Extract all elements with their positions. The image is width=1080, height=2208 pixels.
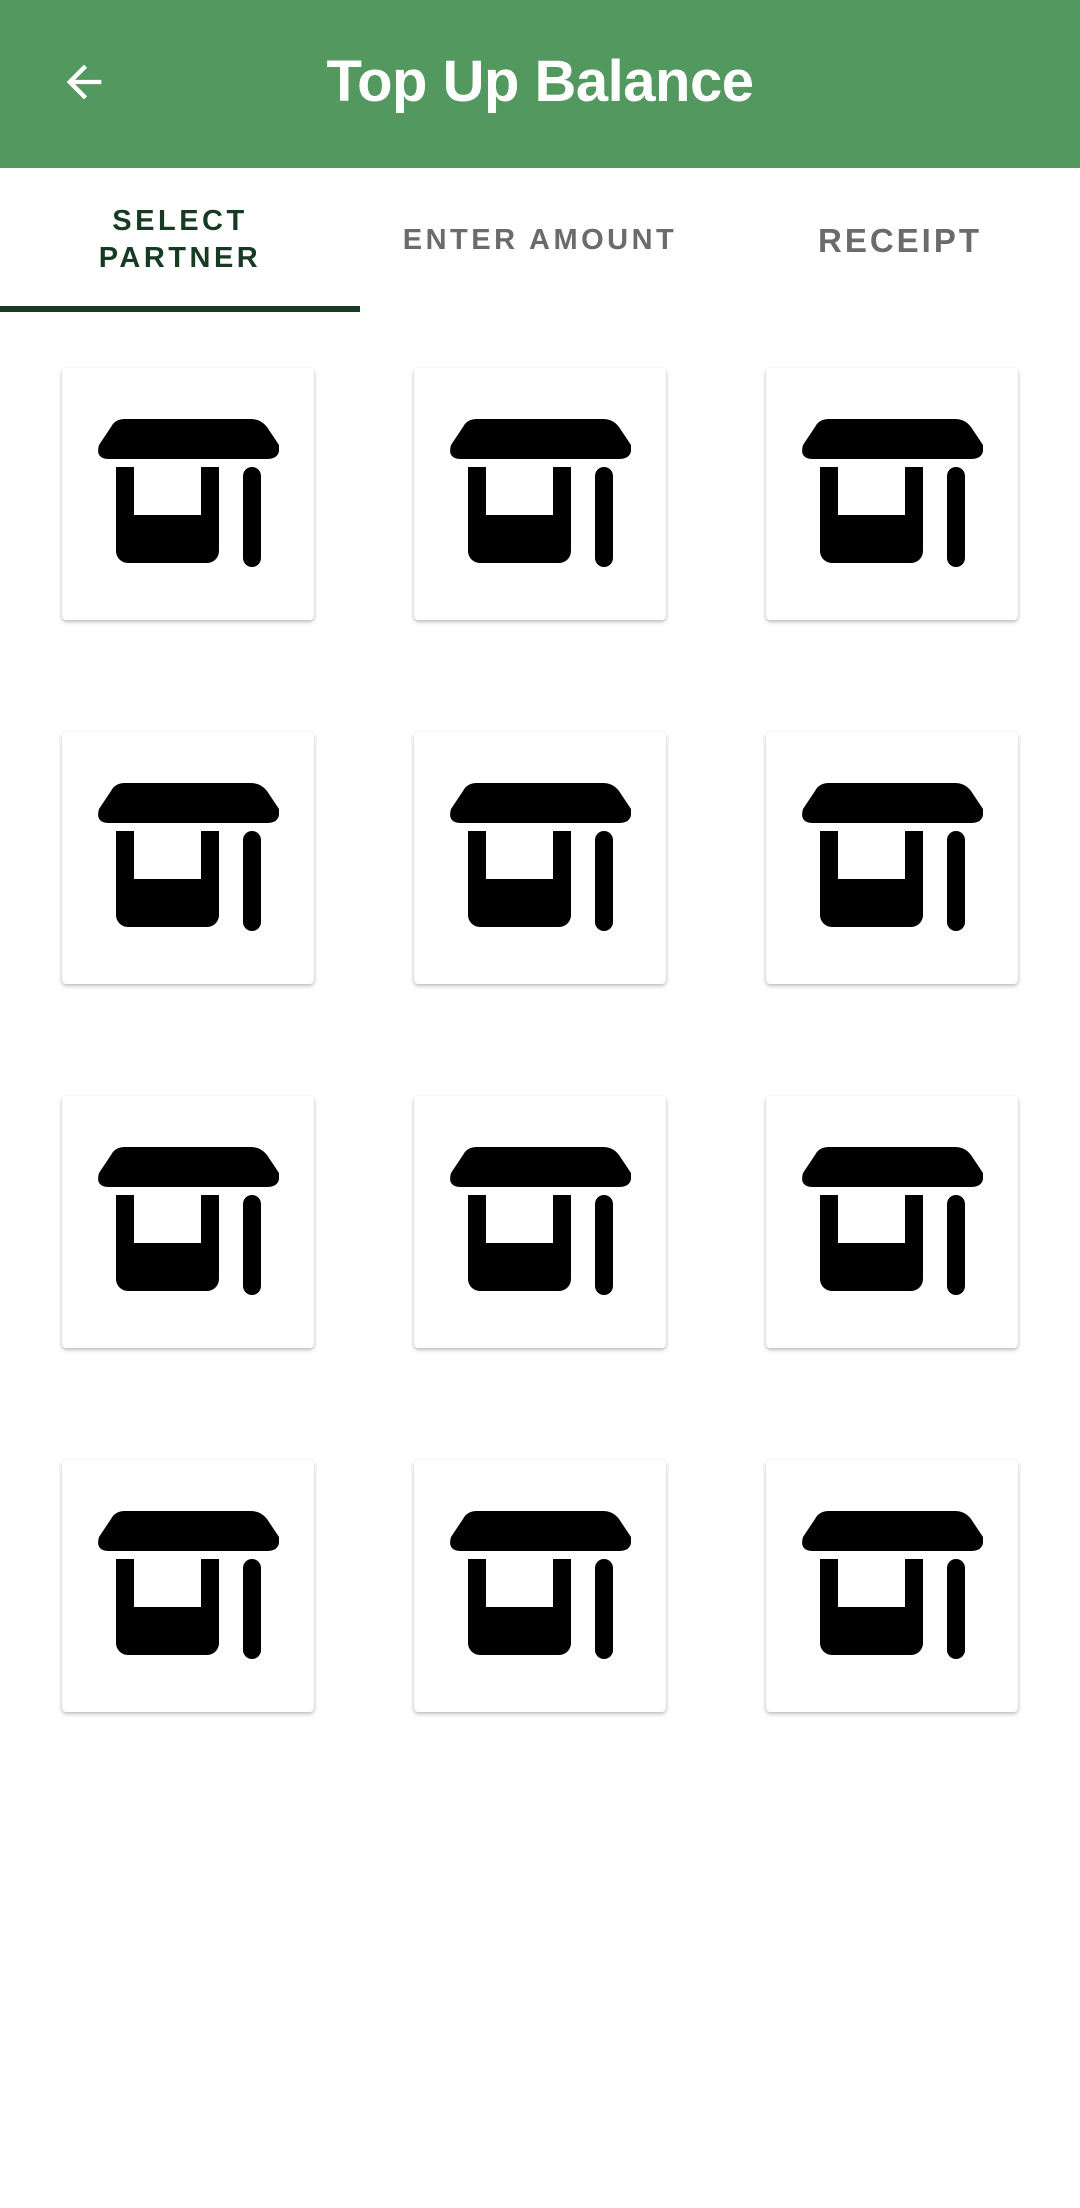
partner-card[interactable] — [414, 368, 666, 620]
tab-receipt-label: RECEIPT — [817, 221, 983, 259]
store-icon — [97, 1511, 279, 1661]
partner-card[interactable] — [62, 368, 314, 620]
partner-card[interactable] — [766, 1096, 1018, 1348]
store-icon — [801, 1511, 983, 1661]
tab-enter-amount[interactable]: ENTER AMOUNT — [360, 168, 720, 312]
tab-enter-amount-label: ENTER AMOUNT — [402, 223, 678, 256]
store-icon — [801, 419, 983, 569]
partner-card[interactable] — [62, 732, 314, 984]
partner-card[interactable] — [62, 1460, 314, 1712]
page-title: Top Up Balance — [326, 49, 754, 114]
store-icon — [449, 783, 631, 933]
store-icon — [449, 419, 631, 569]
tab-receipt[interactable]: RECEIPT — [720, 168, 1080, 312]
partner-card[interactable] — [62, 1096, 314, 1348]
partner-card[interactable] — [766, 368, 1018, 620]
store-icon — [97, 419, 279, 569]
tab-select-partner-label: SELECT PARTNER — [98, 205, 262, 274]
tab-active-indicator — [0, 306, 360, 312]
tab-bar: SELECT PARTNER ENTER AMOUNT RECEIPT — [0, 168, 1080, 312]
store-icon — [97, 783, 279, 933]
store-icon — [801, 783, 983, 933]
partner-card[interactable] — [414, 1460, 666, 1712]
app-bar: Top Up Balance — [0, 0, 1080, 168]
partner-card[interactable] — [414, 732, 666, 984]
store-icon — [449, 1511, 631, 1661]
store-icon — [801, 1147, 983, 1297]
partner-card[interactable] — [414, 1096, 666, 1348]
partner-card[interactable] — [766, 732, 1018, 984]
store-icon — [449, 1147, 631, 1297]
tab-select-partner[interactable]: SELECT PARTNER — [0, 168, 360, 312]
store-icon — [97, 1147, 279, 1297]
partner-card[interactable] — [766, 1460, 1018, 1712]
